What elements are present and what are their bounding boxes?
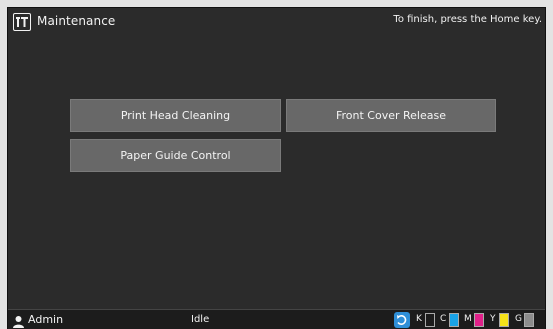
- maintenance-tools-icon: [13, 13, 31, 31]
- ink-level-m: [474, 313, 484, 327]
- status-bar: Admin Idle K C M Y G: [8, 309, 545, 329]
- header-bar: Maintenance To finish, press the Home ke…: [8, 8, 545, 34]
- ink-level-g: [524, 313, 534, 327]
- page-title: Maintenance: [37, 14, 116, 28]
- ink-level-y: [499, 313, 509, 327]
- user-icon: [12, 313, 25, 329]
- ink-label-c: C: [440, 314, 447, 324]
- print-head-cleaning-button[interactable]: Print Head Cleaning: [70, 99, 281, 132]
- paper-guide-control-button[interactable]: Paper Guide Control: [70, 139, 281, 172]
- ink-label-m: M: [464, 314, 472, 324]
- ink-label-g: G: [515, 314, 522, 324]
- ink-label-k: K: [416, 314, 422, 324]
- finish-hint: To finish, press the Home key.: [393, 14, 542, 25]
- panel-screen: Maintenance To finish, press the Home ke…: [7, 7, 546, 329]
- ink-label-y: Y: [490, 314, 496, 324]
- refresh-icon[interactable]: [394, 312, 410, 328]
- ink-level-k: [425, 313, 435, 327]
- front-cover-release-button[interactable]: Front Cover Release: [286, 99, 496, 132]
- user-name[interactable]: Admin: [28, 313, 63, 326]
- ink-level-c: [449, 313, 459, 327]
- machine-status: Idle: [191, 314, 210, 325]
